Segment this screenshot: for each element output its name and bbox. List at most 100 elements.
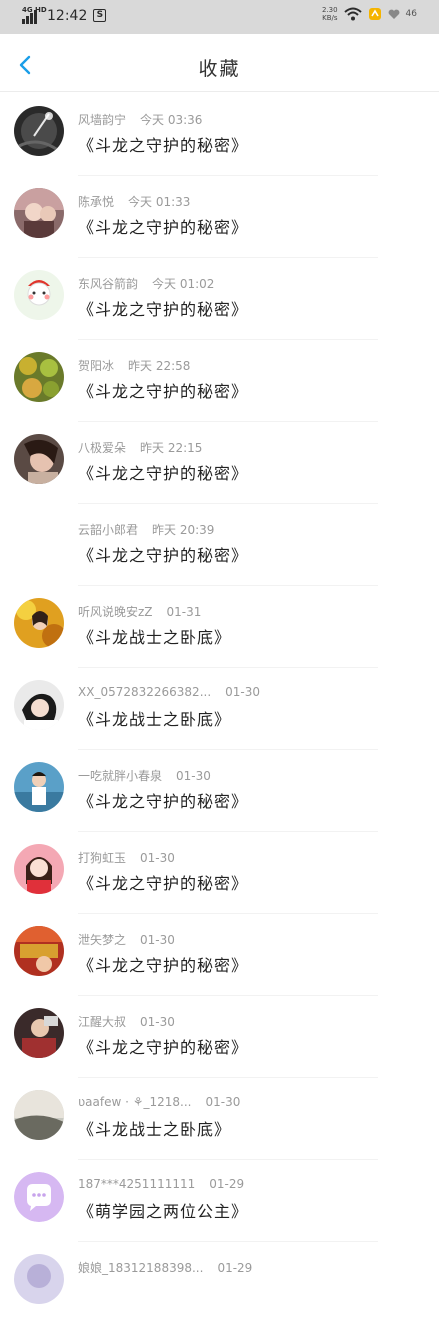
notification-icon [368,8,381,20]
item-meta: ʋaafew · ⚘_1218... 01-30 [78,1095,240,1109]
book-title[interactable]: 《斗龙之守护的秘密》 [78,952,248,976]
list-item[interactable]: 一吃就胖小春泉 01-30 《斗龙之守护的秘密》 [0,750,439,832]
user-name: 云韶小郎君 [78,523,139,537]
app-notification-icon: S [93,9,107,22]
wifi-icon [343,7,362,21]
list-item[interactable]: 八极爱朵 昨天 22:15 《斗龙之守护的秘密》 [0,422,439,504]
user-name: XX_0572832266382... [78,685,212,699]
status-left: 4G HD 12:42 S [22,6,107,24]
avatar[interactable] [14,762,64,812]
book-title[interactable]: 《斗龙之守护的秘密》 [78,788,248,812]
network-speed: 2.30 KB/s [321,6,338,22]
user-name: 陈承悦 [78,195,115,209]
item-time: 01-30 [225,685,261,699]
item-time: 昨天 22:58 [128,359,191,373]
book-title[interactable]: 《斗龙之守护的秘密》 [78,460,248,484]
item-time: 01-29 [209,1177,245,1191]
book-title[interactable]: 《斗龙之守护的秘密》 [78,1034,248,1058]
user-name: 贺阳冰 [78,359,115,373]
user-name: 泄矢梦之 [78,933,127,947]
item-meta: 娘娘_18312188398... 01-29 [78,1259,252,1276]
list-item[interactable]: 陈承悦 今天 01:33 《斗龙之守护的秘密》 [0,176,439,258]
book-title[interactable]: 《斗龙之守护的秘密》 [78,296,248,320]
avatar[interactable] [14,1172,64,1222]
item-meta: 风墙韵宁 今天 03:36 [78,111,202,128]
user-name: 一吃就胖小春泉 [78,769,163,783]
book-title[interactable]: 《斗龙之守护的秘密》 [78,870,248,894]
item-meta: 江醒大叔 01-30 [78,1013,175,1030]
item-time: 01-30 [140,851,175,865]
heart-icon [388,9,399,19]
item-meta: XX_0572832266382... 01-30 [78,685,260,699]
book-title[interactable]: 《萌学园之两位公主》 [78,1198,248,1222]
item-time: 昨天 22:15 [140,441,203,455]
list-item[interactable]: 贺阳冰 昨天 22:58 《斗龙之守护的秘密》 [0,340,439,422]
book-title[interactable]: 《斗龙之守护的秘密》 [78,378,248,402]
list-item[interactable]: 187***4251111111 01-29 《萌学园之两位公主》 [0,1160,439,1242]
list-item[interactable]: 娘娘_18312188398... 01-29 [0,1242,439,1324]
item-meta: 东风谷箭韵 今天 01:02 [78,275,214,292]
avatar[interactable] [14,270,64,320]
user-name: 打狗虹玉 [78,851,127,865]
user-name: 187***4251111111 [78,1177,196,1191]
item-meta: 一吃就胖小春泉 01-30 [78,767,211,784]
avatar[interactable] [14,1008,64,1058]
avatar[interactable] [14,680,64,730]
list-item[interactable]: 听风说晚安zZ 01-31 《斗龙战士之卧底》 [0,586,439,668]
user-name: 风墙韵宁 [78,113,127,127]
item-time: 01-30 [140,933,175,947]
status-time: 12:42 [47,7,88,24]
network-type: 4G HD [22,6,47,14]
item-meta: 陈承悦 今天 01:33 [78,193,190,210]
book-title[interactable]: 《斗龙战士之卧底》 [78,624,231,648]
avatar[interactable] [14,434,64,484]
user-name: 江醒大叔 [78,1015,127,1029]
item-time: 昨天 20:39 [152,523,215,537]
item-meta: 泄矢梦之 01-30 [78,931,175,948]
avatar[interactable] [14,1254,64,1304]
item-time: 今天 01:33 [128,195,191,209]
battery-level: 46 [405,9,417,19]
item-meta: 贺阳冰 昨天 22:58 [78,357,190,374]
user-name: ʋaafew · ⚘_1218... [78,1095,192,1109]
list-item[interactable]: 风墙韵宁 今天 03:36 《斗龙之守护的秘密》 [0,94,439,176]
list-item[interactable]: 东风谷箭韵 今天 01:02 《斗龙之守护的秘密》 [0,258,439,340]
list-item[interactable]: ʋaafew · ⚘_1218... 01-30 《斗龙战士之卧底》 [0,1078,439,1160]
avatar[interactable] [14,106,64,156]
avatar[interactable] [14,352,64,402]
list-item[interactable]: XX_0572832266382... 01-30 《斗龙战士之卧底》 [0,668,439,750]
book-title[interactable]: 《斗龙之守护的秘密》 [78,132,248,156]
item-meta: 187***4251111111 01-29 [78,1177,244,1191]
list-item[interactable]: 打狗虹玉 01-30 《斗龙之守护的秘密》 [0,832,439,914]
nav-header: 收藏 [0,34,439,92]
item-time: 今天 01:02 [152,277,215,291]
book-title[interactable]: 《斗龙之守护的秘密》 [78,214,248,238]
favorites-list: 风墙韵宁 今天 03:36 《斗龙之守护的秘密》 陈承悦 今天 01:33 《斗龙之… [0,94,439,1324]
user-name: 娘娘_18312188398... [78,1261,204,1275]
status-right: 2.30 KB/s 46 [322,6,417,22]
list-item[interactable]: 云韶小郎君 昨天 20:39 《斗龙之守护的秘密》 [0,504,439,586]
avatar[interactable] [14,598,64,648]
item-time: 01-30 [140,1015,175,1029]
user-name: 东风谷箭韵 [78,277,139,291]
avatar[interactable] [14,1090,64,1140]
item-meta: 云韶小郎君 昨天 20:39 [78,521,214,538]
list-item[interactable]: 泄矢梦之 01-30 《斗龙之守护的秘密》 [0,914,439,996]
avatar[interactable] [14,844,64,894]
avatar[interactable] [14,188,64,238]
item-time: 今天 03:36 [140,113,203,127]
item-meta: 八极爱朵 昨天 22:15 [78,439,202,456]
item-meta: 打狗虹玉 01-30 [78,849,175,866]
item-time: 01-29 [217,1261,253,1275]
avatar[interactable] [14,926,64,976]
book-title[interactable]: 《斗龙战士之卧底》 [78,1116,231,1140]
item-meta: 听风说晚安zZ 01-31 [78,603,201,620]
book-title[interactable]: 《斗龙战士之卧底》 [78,706,231,730]
book-title[interactable]: 《斗龙之守护的秘密》 [78,542,248,566]
list-item[interactable]: 江醒大叔 01-30 《斗龙之守护的秘密》 [0,996,439,1078]
user-name: 听风说晚安zZ [78,605,153,619]
page-title: 收藏 [198,58,241,80]
user-name: 八极爱朵 [78,441,127,455]
item-time: 01-30 [205,1095,241,1109]
status-bar: 4G HD 12:42 S 2.30 KB/s 46 [0,0,439,34]
